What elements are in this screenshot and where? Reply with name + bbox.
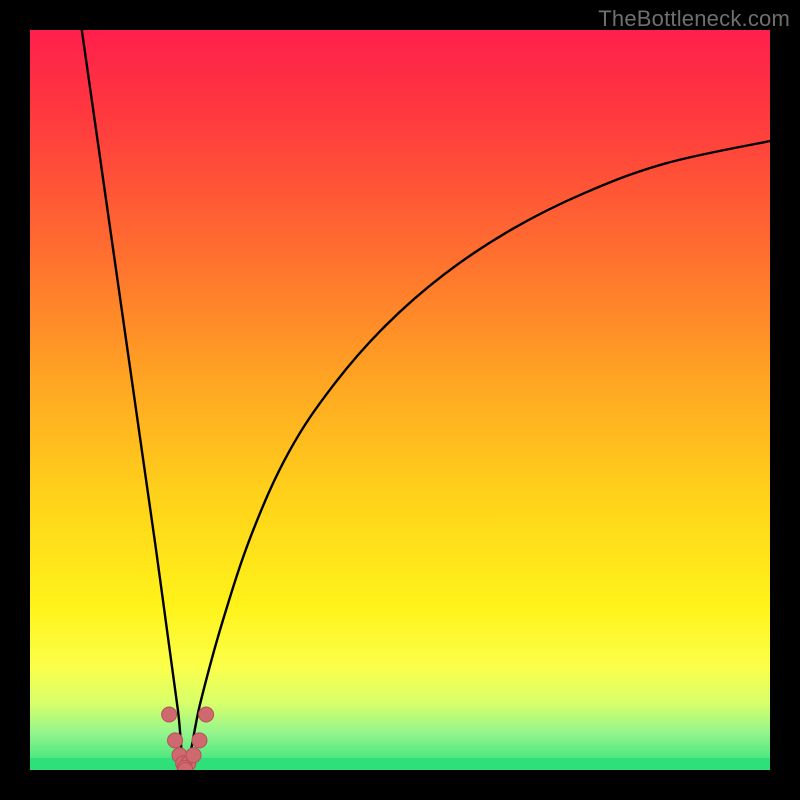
marker-dot — [168, 733, 183, 748]
chart-frame: TheBottleneck.com — [0, 0, 800, 800]
watermark-text: TheBottleneck.com — [598, 6, 790, 32]
gradient-background — [30, 30, 770, 770]
marker-dot — [186, 748, 201, 763]
plot-area — [30, 30, 770, 770]
marker-dot — [162, 707, 177, 722]
marker-dot — [192, 733, 207, 748]
marker-dot — [199, 707, 214, 722]
green-band — [30, 758, 770, 770]
bottleneck-chart — [30, 30, 770, 770]
